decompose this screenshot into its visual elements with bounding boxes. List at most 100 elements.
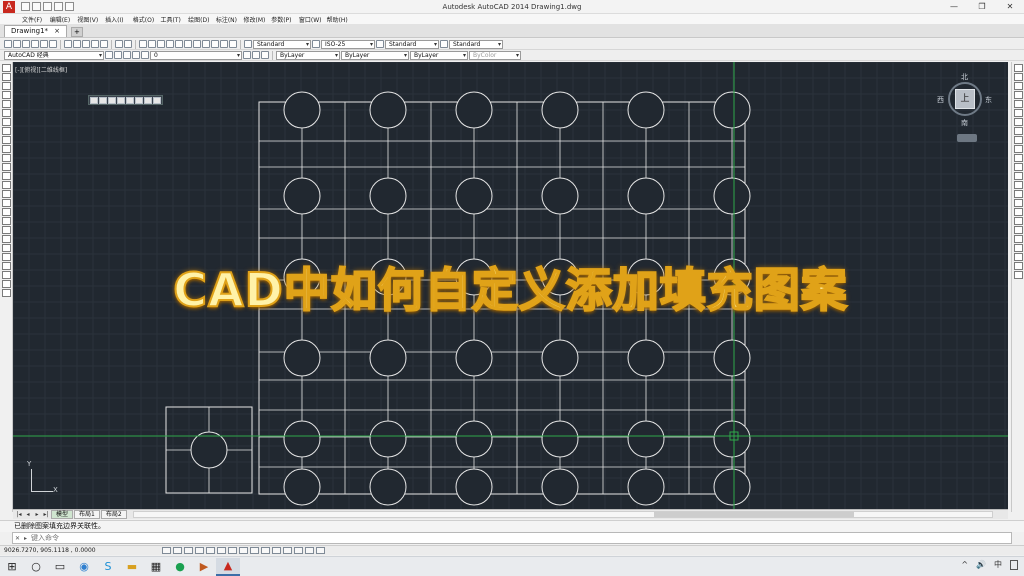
mleader-style-select[interactable]: Standard (449, 39, 503, 49)
color-select[interactable]: ByLayer (276, 50, 340, 60)
modify-tool-icon[interactable] (1013, 100, 1023, 108)
draw-tool-icon[interactable] (1, 127, 11, 135)
zoom-window-icon[interactable] (157, 40, 165, 48)
tab-layout1[interactable]: 布局1 (74, 510, 100, 519)
save-icon[interactable] (43, 2, 52, 11)
close-button[interactable]: ✕ (996, 0, 1024, 14)
open-icon[interactable] (13, 40, 21, 48)
autocad-logo-icon[interactable]: A (3, 0, 15, 13)
modify-tool-icon[interactable] (1013, 127, 1023, 135)
browser-360-icon[interactable]: S (96, 558, 120, 576)
modify-tool-icon[interactable] (1013, 163, 1023, 171)
tab-model[interactable]: 模型 (51, 510, 74, 519)
menu-edit[interactable]: 编辑(E) (50, 15, 78, 24)
first-layout-icon[interactable]: |◂ (15, 511, 23, 519)
menu-parametric[interactable]: 参数(P) (271, 15, 299, 24)
linetype-select[interactable]: ByLayer (341, 50, 409, 60)
tpy-toggle-icon[interactable] (283, 547, 292, 554)
horizontal-scrollbar[interactable] (133, 511, 993, 518)
preview-icon[interactable] (40, 40, 48, 48)
polar-toggle-icon[interactable] (206, 547, 215, 554)
toolbar-button-icon[interactable] (90, 97, 98, 104)
properties-icon[interactable] (175, 40, 183, 48)
block-editor-icon[interactable] (100, 40, 108, 48)
qp-toggle-icon[interactable] (294, 547, 303, 554)
modify-tool-icon[interactable] (1013, 172, 1023, 180)
toolbar-button-icon[interactable] (153, 97, 161, 104)
toolbar-button-icon[interactable] (99, 97, 107, 104)
draw-tool-icon[interactable] (1, 163, 11, 171)
restore-button[interactable]: ❐ (968, 0, 996, 14)
windows-start-icon[interactable]: ⊞ (0, 558, 24, 576)
close-icon[interactable]: ✕ (15, 535, 20, 542)
tool-palettes-icon[interactable] (193, 40, 201, 48)
table-style-select[interactable]: Standard (385, 39, 439, 49)
new-tab-button[interactable]: + (70, 27, 83, 37)
modify-tool-icon[interactable] (1013, 64, 1023, 72)
draw-tool-icon[interactable] (1, 217, 11, 225)
notification-icon[interactable] (1010, 559, 1018, 570)
menu-help[interactable]: 帮助(H) (327, 15, 355, 24)
last-layout-icon[interactable]: ▸| (42, 511, 50, 519)
viewport-controls-label[interactable]: [-][俯视][二维线框] (15, 65, 67, 74)
modify-tool-icon[interactable] (1013, 208, 1023, 216)
cut-icon[interactable] (64, 40, 72, 48)
draw-tool-icon[interactable] (1, 271, 11, 279)
draw-tool-icon[interactable] (1, 235, 11, 243)
markup-icon[interactable] (211, 40, 219, 48)
undo-icon[interactable] (54, 2, 63, 11)
modify-tool-icon[interactable] (1013, 244, 1023, 252)
lightbulb-icon[interactable] (114, 51, 122, 59)
modify-tool-icon[interactable] (1013, 82, 1023, 90)
design-center-icon[interactable] (184, 40, 192, 48)
otrack-toggle-icon[interactable] (239, 547, 248, 554)
toolbar-button-icon[interactable] (117, 97, 125, 104)
viewcube-south[interactable]: 南 (961, 118, 968, 128)
workspace-select[interactable]: AutoCAD 经典 (4, 50, 104, 60)
viewcube[interactable]: 北 西 东 南 上 (937, 72, 992, 142)
save-icon[interactable] (22, 40, 30, 48)
prev-layout-icon[interactable]: ◂ (24, 511, 32, 519)
draw-tool-icon[interactable] (1, 118, 11, 126)
modify-tool-icon[interactable] (1013, 118, 1023, 126)
menu-dimension[interactable]: 标注(N) (216, 15, 244, 24)
scrollbar-thumb[interactable] (654, 512, 854, 517)
zoom-realtime-icon[interactable] (148, 40, 156, 48)
draw-tool-icon[interactable] (1, 181, 11, 189)
ime-indicator[interactable]: 中 (994, 559, 1002, 570)
wcs-menu[interactable] (957, 134, 977, 142)
paste-icon[interactable] (82, 40, 90, 48)
draw-tool-icon[interactable] (1, 91, 11, 99)
modify-tool-icon[interactable] (1013, 190, 1023, 198)
undo-icon[interactable] (115, 40, 123, 48)
dim-style-select[interactable]: ISO-25 (321, 39, 375, 49)
menu-file[interactable]: 文件(F) (22, 15, 50, 24)
modify-tool-icon[interactable] (1013, 262, 1023, 270)
coordinate-readout[interactable]: 9026.7270, 905.1118 , 0.0000 (4, 547, 160, 554)
pan-icon[interactable] (139, 40, 147, 48)
menu-insert[interactable]: 插入(I) (105, 15, 133, 24)
osnap-toggle-icon[interactable] (217, 547, 226, 554)
ortho-toggle-icon[interactable] (195, 547, 204, 554)
toolbar-button-icon[interactable] (108, 97, 116, 104)
draw-tool-icon[interactable] (1, 64, 11, 72)
modify-tool-icon[interactable] (1013, 91, 1023, 99)
layer-select[interactable]: 0 (150, 50, 242, 60)
calculator-icon[interactable]: ▦ (144, 558, 168, 576)
menu-view[interactable]: 视图(V) (77, 15, 105, 24)
modify-tool-icon[interactable] (1013, 145, 1023, 153)
command-settings-icon[interactable]: ▸ (24, 535, 27, 542)
modify-tool-icon[interactable] (1013, 109, 1023, 117)
draw-tool-icon[interactable] (1, 226, 11, 234)
modify-tool-icon[interactable] (1013, 154, 1023, 162)
tab-layout2[interactable]: 布局2 (100, 510, 127, 519)
draw-tool-icon[interactable] (1, 199, 11, 207)
tab-close-icon[interactable]: × (54, 26, 60, 37)
menu-modify[interactable]: 修改(M) (244, 15, 272, 24)
publish-icon[interactable] (49, 40, 57, 48)
make-current-icon[interactable] (243, 51, 251, 59)
redo-icon[interactable] (124, 40, 132, 48)
new-icon[interactable] (21, 2, 30, 11)
draw-tool-icon[interactable] (1, 82, 11, 90)
modify-tool-icon[interactable] (1013, 226, 1023, 234)
